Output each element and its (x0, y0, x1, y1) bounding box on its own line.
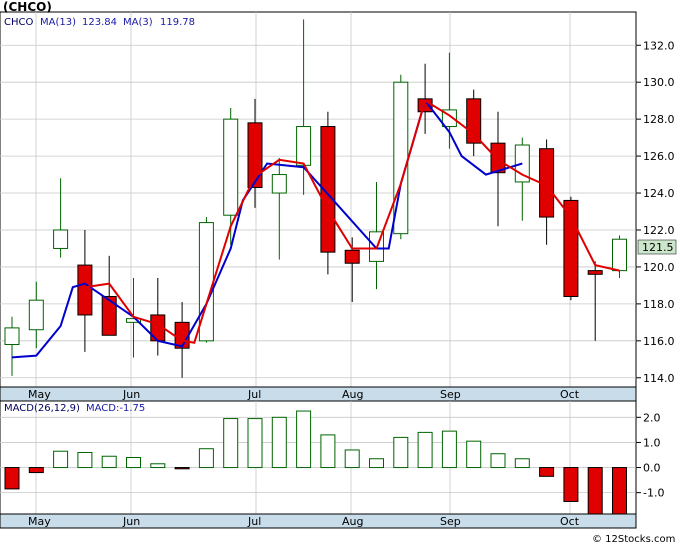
candle-body-3 (77, 264, 93, 316)
candle-body-12 (296, 126, 312, 166)
price-y-axis: 114.0 116.0 118.0 120.0 122.0 124.0 126.0 128.0… (636, 39, 675, 385)
legend-ma13-value: 123.84 (82, 17, 117, 28)
price-ytick-label-0: 114.0 (643, 372, 675, 385)
macd-ytick-label-1: 0.0 (643, 462, 661, 475)
x-label-sep: Sep (440, 388, 461, 401)
macd-bar-22 (539, 467, 555, 477)
x-label-aug: Aug (342, 388, 363, 401)
price-ytick-label-5: 124.0 (643, 187, 675, 200)
macd-bar-18 (441, 430, 457, 469)
candle-body-4 (101, 295, 117, 336)
legend-ma3-label: MA(3) (123, 17, 153, 28)
macd-bar-11 (271, 416, 287, 469)
macd-bar-23 (563, 467, 579, 502)
macd-bar-10 (247, 418, 263, 469)
candle-body-24 (587, 270, 603, 275)
legend-ma13-label: MA(13) (40, 17, 76, 28)
macd-bar-8 (198, 448, 214, 469)
macd-bar-4 (101, 455, 117, 469)
candle-body-25 (612, 238, 627, 272)
price-ytick-label-2: 118.0 (643, 298, 675, 311)
legend-symbol: CHCO (4, 17, 33, 28)
price-x-axis: May Jun Jul Aug Sep Oct (0, 386, 637, 402)
macd-bar-25 (612, 467, 627, 515)
macd-bar-20 (490, 453, 506, 469)
x2-label-jun: Jun (122, 515, 140, 528)
chart-title: (CHCO) (3, 0, 52, 14)
candle-body-19 (466, 98, 482, 144)
macd-x-axis: May Jun Jul Aug Sep Oct (0, 513, 637, 529)
macd-bar-21 (514, 458, 530, 469)
price-ytick-label-6: 126.0 (643, 150, 675, 163)
macd-ytick-label-0: -1.0 (643, 487, 664, 500)
candle-body-8 (198, 222, 214, 342)
legend-ma3-value: 119.78 (160, 17, 195, 28)
x-label-jun: Jun (122, 388, 140, 401)
candle-body-9 (223, 118, 239, 216)
macd-y-axis: -1.0 0.0 1.0 2.0 (636, 411, 664, 500)
macd-bar-15 (369, 458, 384, 469)
price-panel: 114.0 116.0 118.0 120.0 122.0 124.0 126.0 128.0… (0, 11, 677, 388)
macd-bar-17 (417, 431, 433, 469)
candle-body-11 (271, 174, 287, 194)
credit-text: © 12Stocks.com (592, 534, 675, 545)
x2-label-may: May (28, 515, 51, 528)
price-ytick-label-9: 132.0 (643, 39, 675, 52)
x-label-jul: Jul (247, 388, 261, 401)
macd-panel: -1.0 0.0 1.0 2.0 MACD(26,12,9) MACD:-1.75 (0, 400, 664, 515)
price-ytick-label-7: 128.0 (643, 113, 675, 126)
macd-bar-0 (4, 467, 20, 490)
candle-body-2 (53, 229, 69, 249)
macd-x-axis-band (0, 513, 637, 529)
price-ytick-label-4: 122.0 (643, 224, 675, 237)
macd-ytick-label-3: 2.0 (643, 411, 661, 424)
macd-legend-value: MACD:-1.75 (86, 403, 145, 414)
stock-chart: 114.0 116.0 118.0 120.0 122.0 124.0 126.0 128.0… (0, 0, 677, 545)
macd-bar-1 (28, 467, 44, 474)
macd-bar-19 (466, 440, 482, 469)
candle-body-14 (344, 249, 360, 264)
x2-label-oct: Oct (560, 515, 580, 528)
macd-bar-12 (296, 410, 312, 469)
price-ytick-label-3: 120.0 (643, 261, 675, 274)
x2-label-aug: Aug (342, 515, 363, 528)
last-price-label: 121.5 (642, 241, 674, 254)
macd-bar-3 (77, 451, 93, 469)
price-legend: CHCO MA(13) 123.84 MA(3) 119.78 (4, 17, 195, 28)
price-x-axis-band (0, 386, 637, 402)
macd-bar-13 (320, 434, 336, 469)
price-ytick-label-8: 130.0 (643, 76, 675, 89)
macd-bar-5 (126, 457, 141, 469)
x-label-may: May (28, 388, 51, 401)
x-label-oct: Oct (560, 388, 580, 401)
macd-bar-6 (150, 463, 166, 469)
macd-bar-9 (223, 418, 239, 469)
macd-bar-24 (587, 467, 603, 515)
macd-bar-16 (393, 436, 409, 469)
candle-body-0 (4, 327, 20, 346)
macd-legend-label: MACD(26,12,9) (4, 403, 80, 414)
macd-panel-background (0, 400, 637, 515)
macd-bar-7 (174, 467, 190, 470)
candle-body-1 (28, 299, 44, 331)
macd-ytick-label-2: 1.0 (643, 436, 661, 449)
price-ytick-label-1: 116.0 (643, 335, 675, 348)
x2-label-jul: Jul (247, 515, 261, 528)
macd-bar-14 (344, 449, 360, 469)
candle-body-23 (563, 199, 579, 297)
macd-bar-2 (53, 450, 69, 469)
x2-label-sep: Sep (440, 515, 461, 528)
candle-body-20 (490, 142, 506, 174)
